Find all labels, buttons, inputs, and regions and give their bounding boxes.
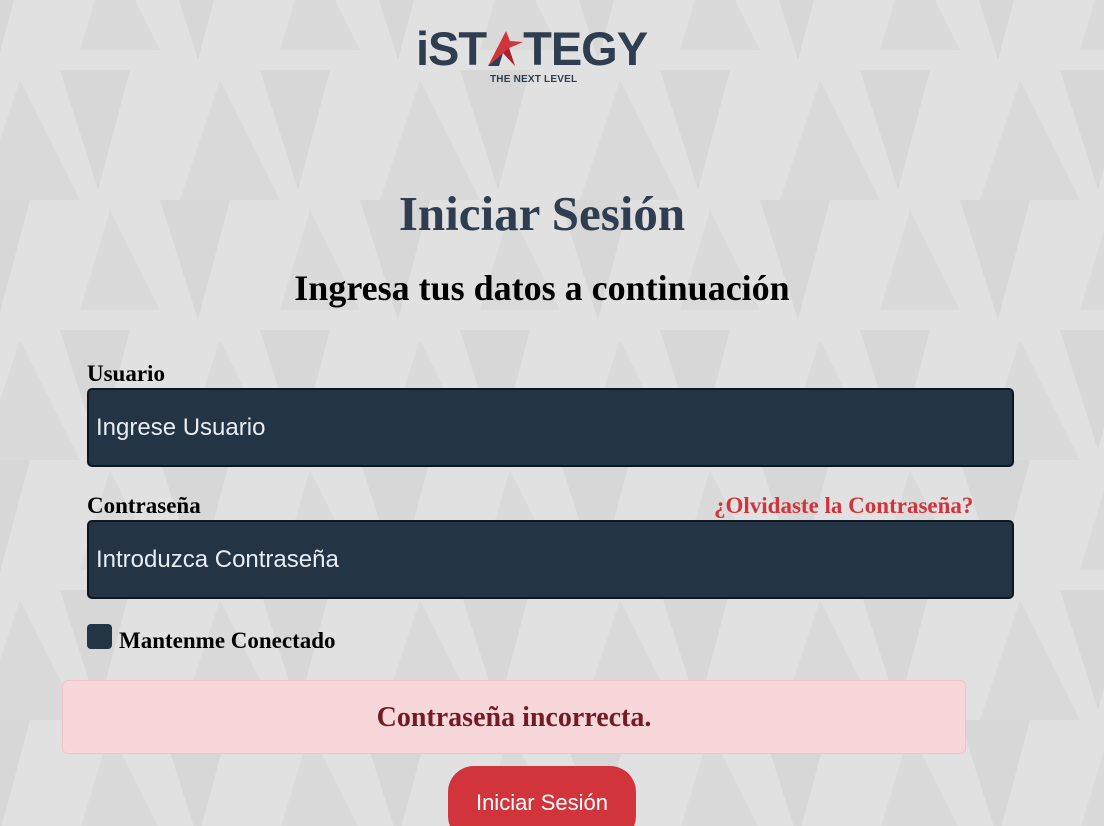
login-button-label: Iniciar Sesión xyxy=(475,790,609,815)
page-title: Iniciar Sesión xyxy=(398,186,686,241)
remember-me-checkbox[interactable] xyxy=(87,624,112,649)
forgot-password-link[interactable]: ¿Olvidaste la Contraseña? xyxy=(714,492,973,520)
username-input[interactable] xyxy=(87,388,1014,467)
logo-tagline: THE NEXT LEVEL xyxy=(490,74,578,85)
error-message: Contraseña incorrecta. xyxy=(376,702,652,733)
remember-me-label[interactable]: Mantenme Conectado xyxy=(119,627,336,655)
brand-logo: iST TEGY THE NEXT LEVEL xyxy=(416,25,668,88)
error-alert: Contraseña incorrecta. xyxy=(62,680,966,754)
logo-wordmark: iST TEGY xyxy=(416,25,648,72)
login-button[interactable]: Iniciar Sesión xyxy=(448,766,636,826)
password-input[interactable] xyxy=(87,520,1014,599)
page-subtitle: Ingresa tus datos a continuación xyxy=(294,268,790,308)
username-label: Usuario xyxy=(87,361,165,386)
password-label: Contraseña xyxy=(87,493,201,518)
logo-text-start: iST xyxy=(416,22,487,75)
logo-text-end: TEGY xyxy=(523,22,648,75)
paper-plane-icon xyxy=(485,28,525,66)
